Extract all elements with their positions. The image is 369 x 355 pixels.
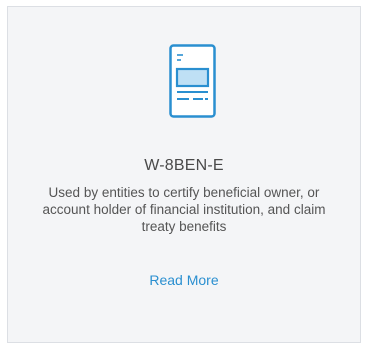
form-description: Used by entities to certify beneficial o… [42, 185, 326, 234]
document-form-icon [169, 44, 216, 118]
read-more-link[interactable]: Read More [8, 272, 360, 288]
form-title: W-8BEN-E [144, 157, 224, 174]
form-card[interactable]: W-8BEN-E Used by entities to certify ben… [7, 6, 361, 343]
